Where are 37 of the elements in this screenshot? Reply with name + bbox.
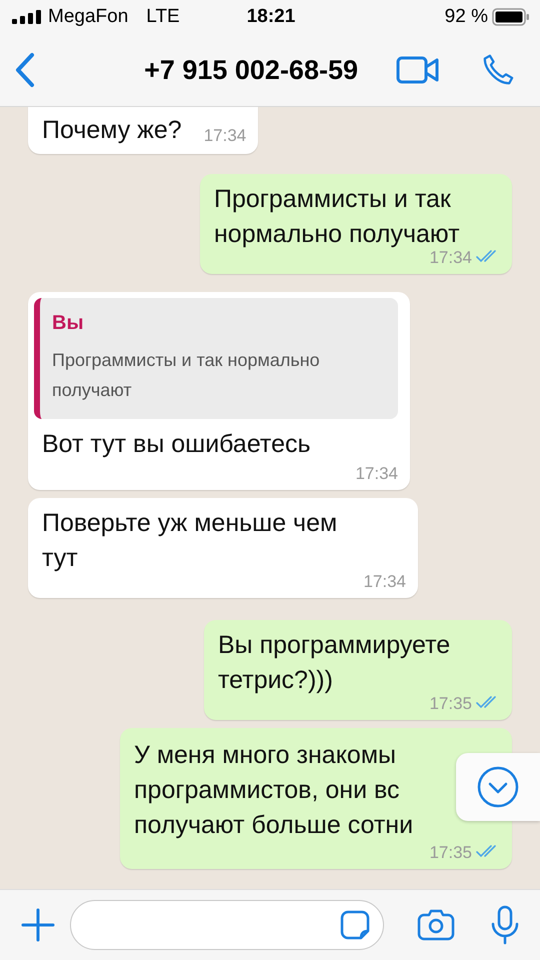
network-type: LTE — [146, 6, 180, 28]
scroll-down-button[interactable] — [456, 753, 540, 821]
incoming-message-bubble[interactable]: Вы Программисты и так нормально получают Вот тут вы ошибаетесь 17:34 — [28, 292, 410, 490]
outgoing-message-bubble[interactable]: Программисты и так нормально получают 17:34 — [200, 174, 512, 274]
camera-icon[interactable] — [416, 908, 456, 942]
signal-icon — [12, 10, 42, 24]
carrier-name: MegaFon — [48, 6, 128, 28]
message-text: Вы программируете тетрис?))) — [218, 630, 452, 696]
chevron-down-icon[interactable] — [476, 765, 520, 809]
back-icon[interactable] — [14, 52, 36, 88]
message-time: 17:35 — [429, 843, 472, 863]
battery-percent: 92 % — [444, 6, 488, 28]
contact-phone-number[interactable]: +7 915 002-68-59 — [144, 54, 358, 86]
message-text: Вот тут вы ошибаетесь — [42, 429, 312, 460]
message-time: 17:35 — [429, 694, 472, 714]
quote-author: Вы — [52, 312, 85, 335]
message-time: 17:34 — [429, 248, 472, 268]
message-text: Программисты и так нормально получают — [214, 184, 461, 250]
message-time: 17:34 — [355, 464, 398, 484]
sticker-icon[interactable] — [339, 909, 371, 941]
message-input-field[interactable] — [70, 900, 384, 950]
plus-icon[interactable] — [20, 907, 56, 943]
quote-text: Программисты и так нормально получают — [52, 349, 321, 402]
incoming-message-bubble[interactable]: Поверьте уж меньше чем тут 17:34 — [28, 498, 418, 598]
message-text: У меня много знакомы программистов, они вс получают больше сотни — [134, 740, 414, 841]
message-time: 17:34 — [363, 572, 406, 592]
message-text: Почему же? — [42, 115, 182, 146]
battery-icon — [492, 8, 530, 26]
incoming-message-bubble[interactable]: Почему же? 17:34 — [28, 107, 258, 154]
video-camera-icon[interactable] — [396, 56, 440, 84]
status-time: 18:21 — [246, 6, 296, 28]
quoted-reply[interactable]: Вы Программисты и так нормально получают — [34, 298, 398, 419]
outgoing-message-bubble[interactable]: Вы программируете тетрис?))) 17:35 — [204, 620, 512, 720]
microphone-icon[interactable] — [490, 905, 520, 945]
message-time: 17:34 — [204, 126, 246, 146]
outgoing-message-bubble[interactable]: У меня много знакомы программистов, они вс получают больше сотни 17:35 — [120, 728, 512, 869]
message-text: Поверьте уж меньше чем тут — [42, 508, 338, 574]
